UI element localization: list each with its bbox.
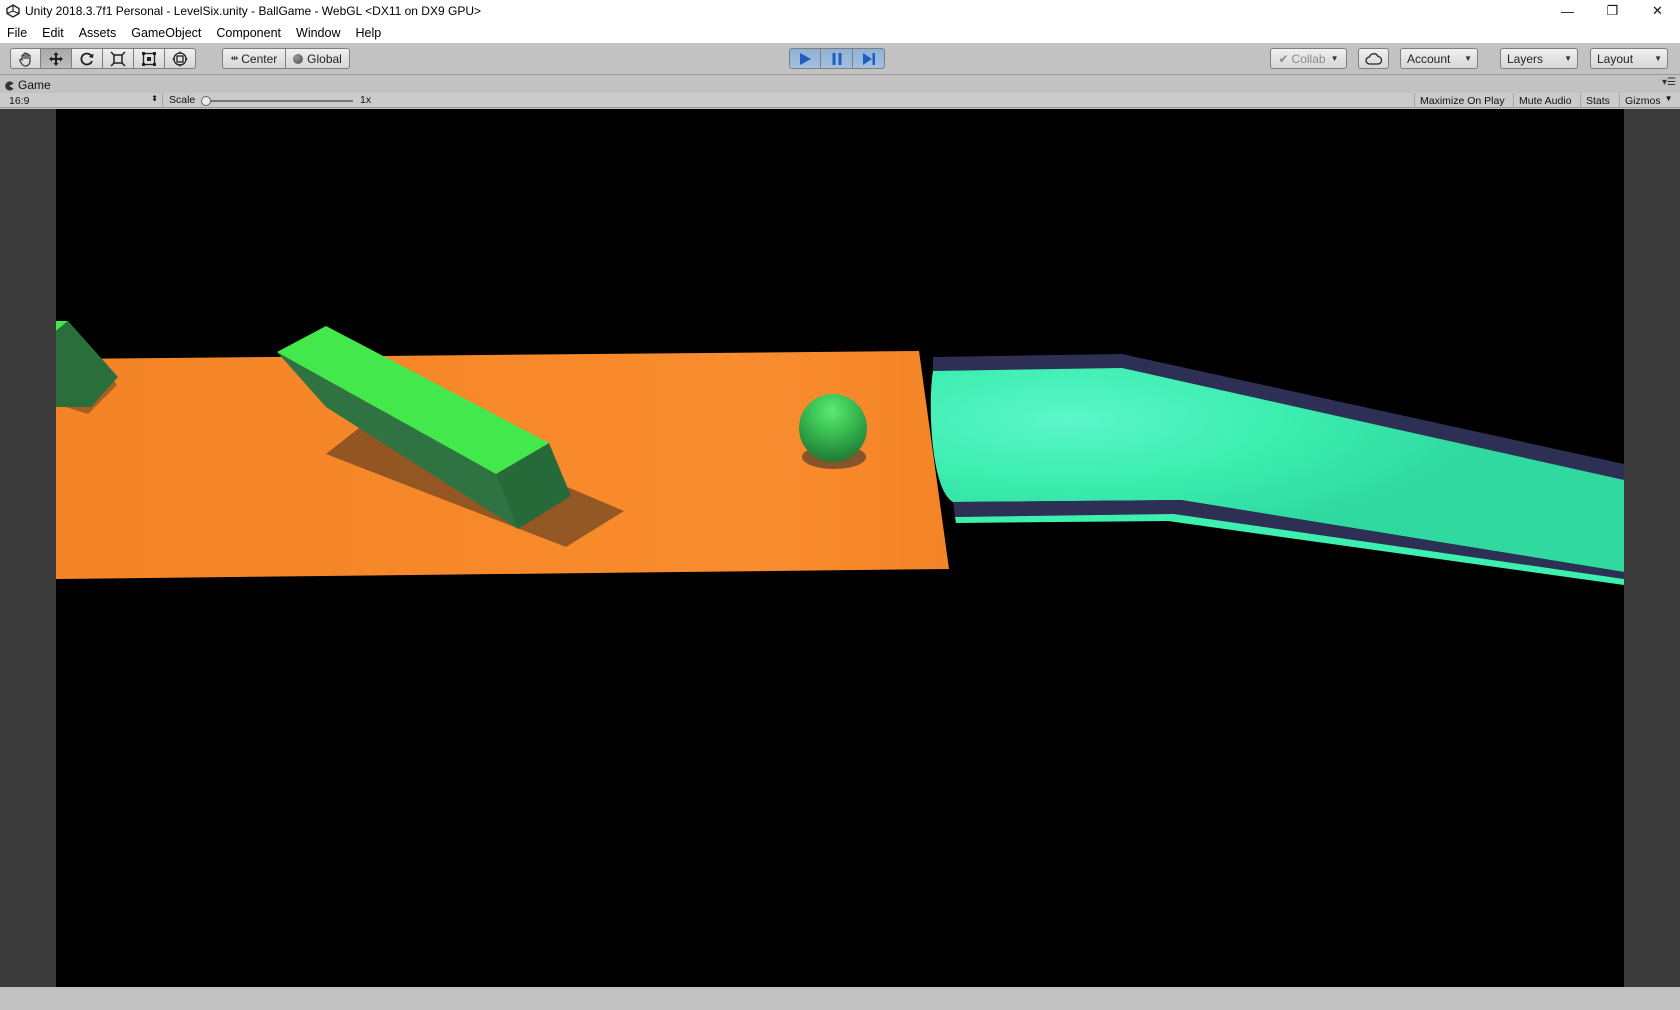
menu-assets[interactable]: Assets (72, 26, 125, 40)
close-button[interactable]: ✕ (1635, 0, 1680, 22)
cloud-icon (1364, 52, 1382, 65)
layers-dropdown[interactable]: Layers ▼ (1500, 48, 1578, 69)
layout-group: Layout ▼ (1590, 48, 1668, 69)
rotate-icon (80, 52, 94, 65)
tab-game[interactable]: Game (4, 76, 51, 93)
pacman-icon (4, 80, 14, 90)
move-icon (49, 51, 63, 66)
player-ball (799, 394, 867, 469)
account-group: Account ▼ (1400, 48, 1478, 69)
transform-icon (172, 51, 188, 66)
chevron-down-icon: ▼ (1664, 94, 1673, 103)
chevron-down-icon: ▼ (1330, 54, 1339, 63)
minimize-button[interactable]: — (1545, 0, 1590, 22)
window-title: Unity 2018.3.7f1 Personal - LevelSix.uni… (25, 4, 481, 18)
scale-tool-button[interactable] (103, 48, 134, 69)
restore-icon: ❐ (1606, 3, 1619, 18)
status-bar (0, 987, 1680, 1010)
chevron-down-icon: ▼ (1464, 54, 1472, 63)
unity-logo-icon (4, 2, 22, 20)
menu-bar: File Edit Assets GameObject Component Wi… (0, 22, 1680, 43)
menu-help[interactable]: Help (348, 26, 389, 40)
menu-window[interactable]: Window (289, 26, 348, 40)
play-button[interactable] (789, 48, 821, 69)
transform-tools (10, 48, 196, 69)
rotate-tool-button[interactable] (72, 48, 103, 69)
pivot-rotation-label: Global (307, 51, 342, 66)
layers-label: Layers (1507, 51, 1544, 66)
scale-icon (110, 50, 126, 67)
collab-label: Collab (1291, 51, 1326, 66)
pivot-center-icon: ⇹ (230, 53, 239, 63)
gizmos-label: Gizmos (1625, 94, 1661, 107)
gizmos-dropdown[interactable]: Gizmos ▼ (1619, 93, 1677, 108)
chevron-down-icon: ▼ (1564, 54, 1572, 63)
account-dropdown[interactable]: Account ▼ (1400, 48, 1478, 69)
game-toolbar: 16:9 ⬍ Scale 1x Maximize On Play Mute Au… (0, 93, 1680, 108)
title-bar: Unity 2018.3.7f1 Personal - LevelSix.uni… (0, 0, 1680, 22)
play-controls (789, 48, 885, 69)
rect-icon (142, 51, 156, 66)
pivot-mode-label: Center (241, 51, 278, 66)
pivot-rotation-button[interactable]: Global (286, 48, 350, 69)
menu-gameobject[interactable]: GameObject (124, 26, 209, 40)
step-button[interactable] (853, 48, 885, 69)
restore-button[interactable]: ❐ (1590, 0, 1635, 22)
layout-label: Layout (1597, 51, 1634, 66)
mute-audio-toggle[interactable]: Mute Audio (1513, 93, 1577, 108)
pause-button[interactable] (821, 48, 853, 69)
game-scene (56, 321, 1624, 585)
layout-dropdown[interactable]: Layout ▼ (1590, 48, 1668, 69)
pivot-mode-button[interactable]: ⇹ Center (222, 48, 286, 69)
menu-edit[interactable]: Edit (35, 26, 72, 40)
menu-component[interactable]: Component (209, 26, 289, 40)
scale-slider[interactable] (203, 100, 353, 102)
pivot-toggles: ⇹ Center Global (222, 48, 350, 69)
check-icon: ✔ (1278, 51, 1289, 66)
pause-icon (832, 52, 841, 65)
tab-menu-icon[interactable]: ▾☰ (1662, 77, 1676, 88)
chevron-down-icon: ▼ (1654, 54, 1662, 63)
aspect-dropdown[interactable]: 16:9 ⬍ (5, 93, 163, 108)
tab-game-label: Game (18, 77, 51, 92)
updown-icon: ⬍ (151, 94, 158, 103)
collab-group: ✔ Collab ▼ (1270, 48, 1347, 69)
maximize-on-play-toggle[interactable]: Maximize On Play (1414, 93, 1510, 108)
scale-value: 1x (360, 94, 372, 106)
hand-tool-button[interactable] (10, 48, 41, 69)
globe-icon (293, 53, 304, 64)
game-render[interactable] (56, 109, 1624, 987)
game-viewport (0, 109, 1680, 987)
layers-group: Layers ▼ (1500, 48, 1578, 69)
rect-tool-button[interactable] (134, 48, 165, 69)
transform-tool-button[interactable] (165, 48, 196, 69)
menu-file[interactable]: File (0, 26, 35, 40)
scale-slider-thumb[interactable] (201, 96, 211, 106)
stats-toggle[interactable]: Stats (1580, 93, 1615, 108)
aspect-label: 16:9 (9, 94, 30, 107)
step-icon (862, 52, 875, 65)
water-channel (930, 354, 1624, 585)
window-controls: — ❐ ✕ (1545, 0, 1680, 22)
play-icon (800, 52, 811, 65)
cloud-group (1358, 48, 1389, 69)
collab-button[interactable]: ✔ Collab ▼ (1270, 48, 1347, 69)
main-toolbar: ⇹ Center Global ✔ Collab ▼ Account ▼ Lay… (0, 43, 1680, 75)
minimize-icon: — (1561, 3, 1574, 19)
scale-label: Scale (169, 94, 196, 106)
move-tool-button[interactable] (41, 48, 72, 69)
account-label: Account (1407, 51, 1451, 66)
tab-bar: Game ▾☰ (0, 75, 1680, 93)
hand-icon (18, 51, 31, 67)
close-icon: ✕ (1652, 3, 1663, 18)
cloud-button[interactable] (1358, 48, 1389, 69)
